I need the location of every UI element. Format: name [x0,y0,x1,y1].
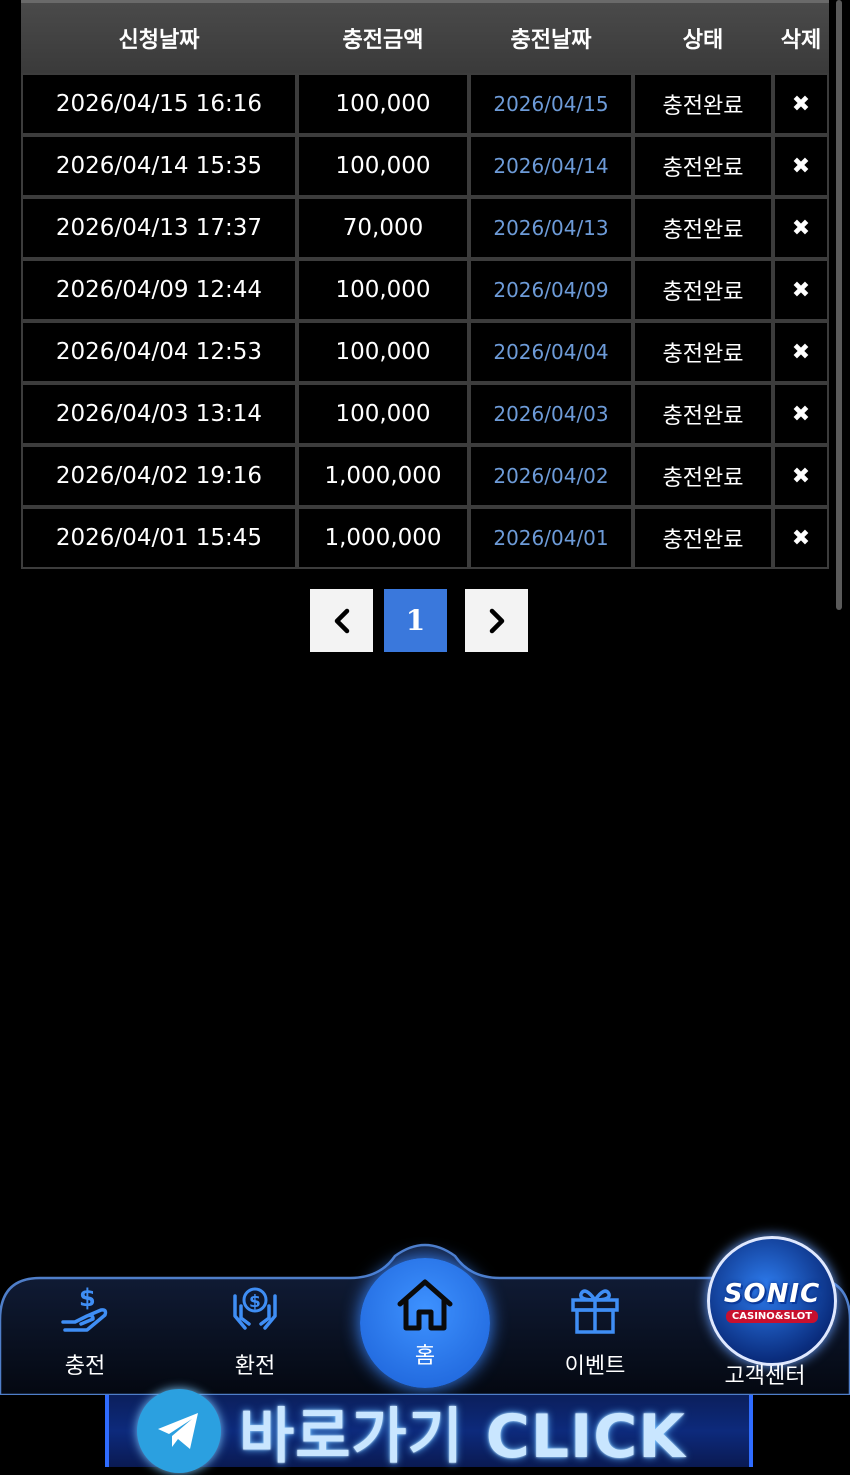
home-icon [397,1279,453,1331]
cell-status: 충전완료 [633,445,773,507]
table-row: 2026/04/09 12:44 100,000 2026/04/09 충전완료… [21,259,829,321]
cell-status: 충전완료 [633,321,773,383]
charge-history-table-wrapper: 신청날짜 충전금액 충전날짜 상태 삭제 2026/04/15 16:16 10… [21,0,829,569]
nav-event[interactable]: 이벤트 [535,1282,655,1380]
header-amount: 충전금액 [297,0,469,73]
table-header-row: 신청날짜 충전금액 충전날짜 상태 삭제 [21,0,829,73]
vertical-scrollbar[interactable] [836,0,842,610]
cell-amount: 1,000,000 [297,445,469,507]
cell-amount: 100,000 [297,383,469,445]
nav-home[interactable]: 홈 [360,1258,490,1388]
table-row: 2026/04/13 17:37 70,000 2026/04/13 충전완료 … [21,197,829,259]
cell-request-date: 2026/04/04 12:53 [21,321,297,383]
cell-process-date: 2026/04/14 [469,135,633,197]
nav-deposit[interactable]: $ 충전 [25,1282,145,1380]
nav-event-label: 이벤트 [564,1354,626,1379]
header-request-date: 신청날짜 [21,0,297,73]
cell-process-date: 2026/04/01 [469,507,633,569]
next-page-button[interactable] [465,589,528,652]
cell-request-date: 2026/04/14 15:35 [21,135,297,197]
charge-history-table: 신청날짜 충전금액 충전날짜 상태 삭제 2026/04/15 16:16 10… [21,0,829,569]
delete-icon[interactable]: ✖ [773,73,829,135]
table-row: 2026/04/14 15:35 100,000 2026/04/14 충전완료… [21,135,829,197]
hands-dollar-icon: $ [233,1287,277,1330]
cell-process-date: 2026/04/04 [469,321,633,383]
cell-status: 충전완료 [633,73,773,135]
cell-amount: 70,000 [297,197,469,259]
telegram-icon [137,1389,221,1473]
table-row: 2026/04/03 13:14 100,000 2026/04/03 충전완료… [21,383,829,445]
cell-process-date: 2026/04/15 [469,73,633,135]
svg-text:$: $ [249,1292,261,1312]
cell-amount: 100,000 [297,135,469,197]
delete-icon[interactable]: ✖ [773,135,829,197]
delete-icon[interactable]: ✖ [773,197,829,259]
table-row: 2026/04/02 19:16 1,000,000 2026/04/02 충전… [21,445,829,507]
nav-home-label: 홈 [414,1344,436,1369]
delete-icon[interactable]: ✖ [773,259,829,321]
sonic-logo[interactable]: SONIC CASINO&SLOT [707,1236,837,1366]
table-row: 2026/04/04 12:53 100,000 2026/04/04 충전완료… [21,321,829,383]
chevron-left-icon [334,608,349,633]
table-row: 2026/04/15 16:16 100,000 2026/04/15 충전완료… [21,73,829,135]
cell-request-date: 2026/04/13 17:37 [21,197,297,259]
cell-amount: 100,000 [297,73,469,135]
nav-support-label: 고객센터 [724,1364,806,1389]
chevron-right-icon [489,608,504,633]
header-delete: 삭제 [773,0,829,73]
cell-request-date: 2026/04/09 12:44 [21,259,297,321]
cell-status: 충전완료 [633,135,773,197]
cell-request-date: 2026/04/03 13:14 [21,383,297,445]
prev-page-button[interactable] [310,589,373,652]
gift-icon [571,1289,619,1334]
cell-request-date: 2026/04/15 16:16 [21,73,297,135]
hand-dollar-icon: $ [61,1284,108,1332]
delete-icon[interactable]: ✖ [773,507,829,569]
delete-icon[interactable]: ✖ [773,383,829,445]
sonic-logo-subtitle: CASINO&SLOT [725,1310,819,1323]
cell-process-date: 2026/04/03 [469,383,633,445]
nav-support[interactable]: 고객센터 [705,1356,825,1390]
table-row: 2026/04/01 15:45 1,000,000 2026/04/01 충전… [21,507,829,569]
delete-icon[interactable]: ✖ [773,445,829,507]
nav-withdraw-label: 환전 [234,1354,276,1379]
page-number-button[interactable]: 1 [384,589,447,652]
cell-process-date: 2026/04/09 [469,259,633,321]
cell-status: 충전완료 [633,197,773,259]
cell-amount: 100,000 [297,321,469,383]
header-process-date: 충전날짜 [469,0,633,73]
svg-text:$: $ [79,1284,96,1312]
banner-text: 바로가기 CLICK [239,1401,686,1472]
sonic-logo-title: SONIC [723,1279,821,1309]
cell-request-date: 2026/04/02 19:16 [21,445,297,507]
header-status: 상태 [633,0,773,73]
cell-process-date: 2026/04/13 [469,197,633,259]
delete-icon[interactable]: ✖ [773,321,829,383]
telegram-shortcut-banner[interactable]: 바로가기 CLICK [105,1389,753,1473]
cell-process-date: 2026/04/02 [469,445,633,507]
cell-status: 충전완료 [633,259,773,321]
cell-amount: 1,000,000 [297,507,469,569]
cell-status: 충전완료 [633,507,773,569]
nav-deposit-label: 충전 [64,1354,106,1379]
cell-amount: 100,000 [297,259,469,321]
cell-status: 충전완료 [633,383,773,445]
nav-withdraw[interactable]: $ 환전 [195,1282,315,1380]
cell-request-date: 2026/04/01 15:45 [21,507,297,569]
